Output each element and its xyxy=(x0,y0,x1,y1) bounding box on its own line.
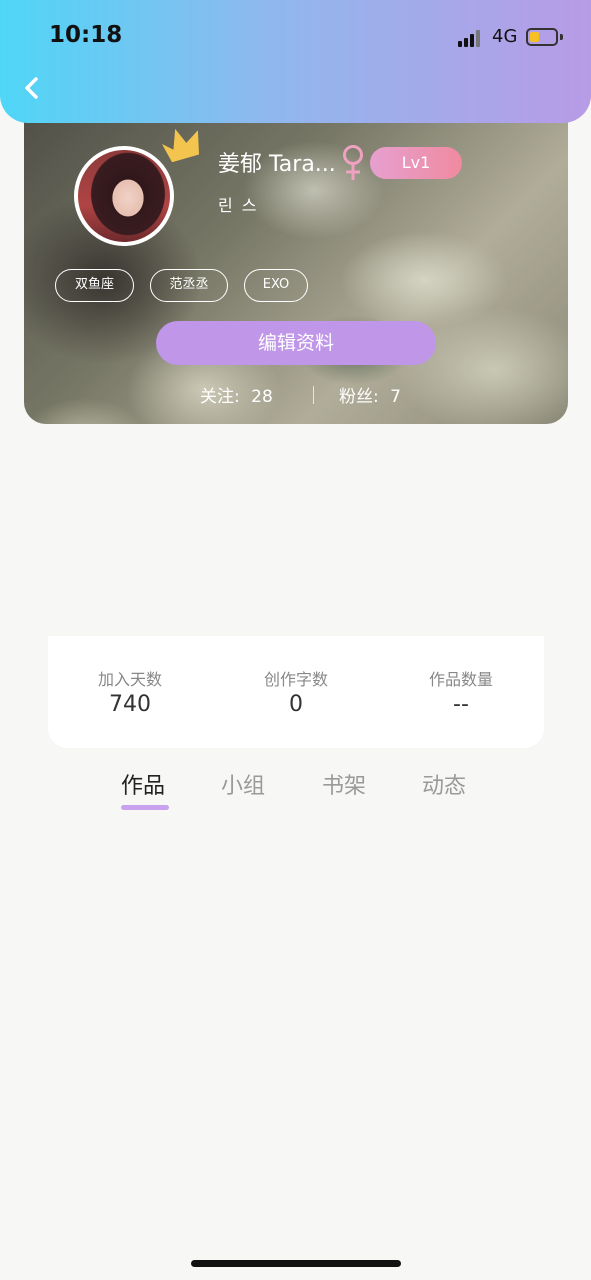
tag-chip[interactable]: 范丞丞 xyxy=(150,269,228,302)
chevron-left-icon xyxy=(25,77,38,99)
follow-divider xyxy=(313,386,314,404)
header-bar: 10:18 4G xyxy=(0,0,591,123)
stat-label: 加入天数 xyxy=(97,670,162,689)
battery-cap xyxy=(560,34,563,40)
bio: 린 스 xyxy=(218,196,259,215)
stat-join-days: 加入天数 740 xyxy=(60,666,200,717)
stat-word-count: 创作字数 0 xyxy=(226,666,366,717)
tab-bookshelf[interactable]: 书架 xyxy=(322,768,366,800)
following-stat[interactable]: 关注: 28 xyxy=(200,382,273,407)
stat-value: -- xyxy=(453,692,469,717)
stat-works-count: 作品数量 -- xyxy=(391,666,531,717)
followers-label: 粉丝: xyxy=(339,387,379,407)
status-time: 10:18 xyxy=(49,22,123,48)
tab-indicator xyxy=(121,805,169,810)
following-count: 28 xyxy=(251,387,273,407)
crown-icon xyxy=(161,128,199,163)
tab-activity[interactable]: 动态 xyxy=(422,768,466,800)
stat-value: 740 xyxy=(109,692,151,717)
tab-works[interactable]: 作品 xyxy=(121,768,165,800)
followers-count: 7 xyxy=(390,387,401,407)
stat-value: 0 xyxy=(289,692,303,717)
level-badge: Lv1 xyxy=(370,147,462,179)
following-label: 关注: xyxy=(200,387,240,407)
network-label: 4G xyxy=(492,26,518,47)
stat-label: 创作字数 xyxy=(263,670,328,689)
tag-chip[interactable]: EXO xyxy=(244,269,308,302)
stats-card: 加入天数 740 创作字数 0 作品数量 -- xyxy=(48,636,544,748)
tag-chip[interactable]: 双鱼座 xyxy=(55,269,134,302)
followers-stat[interactable]: 粉丝: 7 xyxy=(339,382,401,407)
username: 姜郁 Tara... xyxy=(218,152,336,177)
home-indicator[interactable] xyxy=(191,1260,401,1267)
card-background-shade xyxy=(24,80,568,424)
female-symbol-icon xyxy=(343,145,363,180)
signal-bars-icon xyxy=(458,29,486,47)
edit-profile-button[interactable]: 编辑资料 xyxy=(156,321,436,365)
battery-icon xyxy=(526,28,558,46)
profile-card: 姜郁 Tara... Lv1 린 스 双鱼座 范丞丞 EXO 编辑资料 关注: … xyxy=(24,80,568,424)
back-button[interactable] xyxy=(18,74,46,102)
stat-label: 作品数量 xyxy=(428,670,493,689)
tab-groups[interactable]: 小组 xyxy=(221,768,265,800)
